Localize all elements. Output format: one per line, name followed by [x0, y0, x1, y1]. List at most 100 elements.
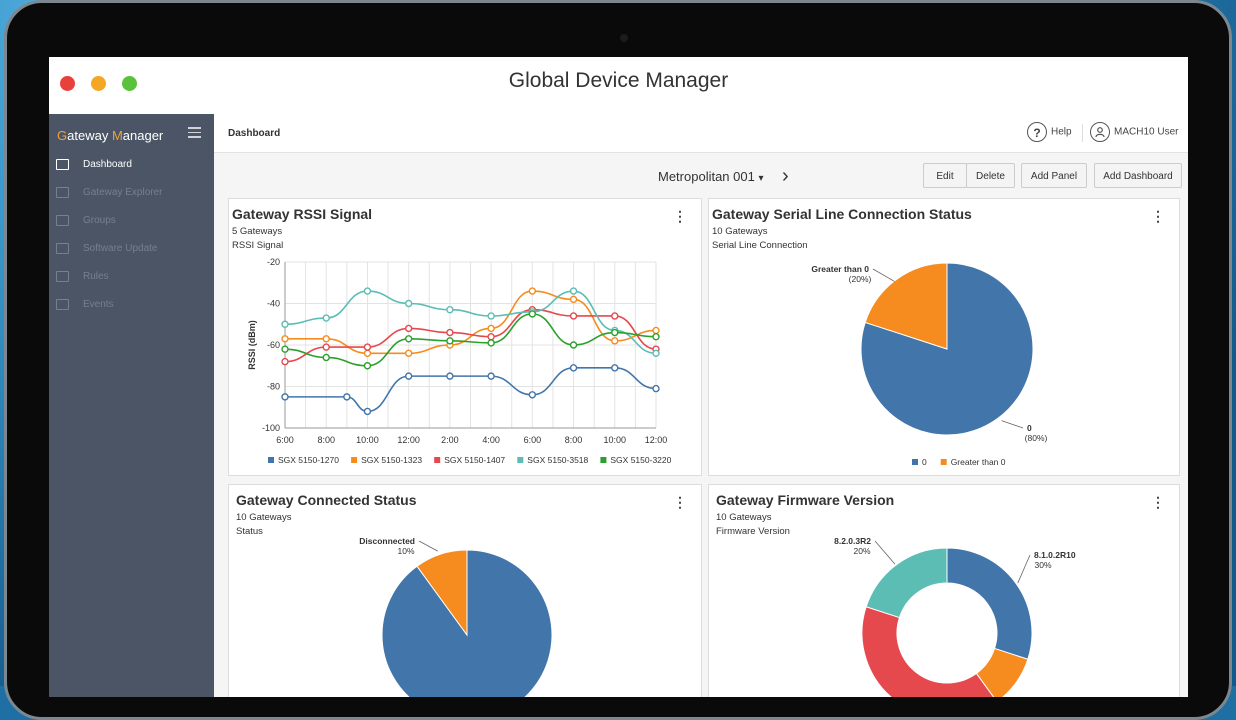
slice-percent-label: 10%	[397, 546, 414, 556]
data-point	[446, 372, 454, 380]
user-icon	[1090, 122, 1110, 142]
data-point	[487, 339, 495, 347]
sidebar-item-dashboard[interactable]: Dashboard	[49, 153, 214, 179]
rssi-panel: Gateway RSSI Signal 5 Gateways RSSI Sign…	[228, 198, 702, 476]
data-point	[569, 341, 578, 349]
dashboard-selector[interactable]: Metropolitan 001 ▾	[658, 169, 764, 184]
legend-swatch	[940, 459, 947, 465]
data-point	[446, 306, 454, 314]
y-tick-label: -40	[267, 299, 280, 309]
data-point	[363, 349, 372, 358]
edit-button[interactable]: Edit	[923, 163, 967, 188]
sidebar-item-gateway-explorer[interactable]: Gateway Explorer	[49, 181, 214, 207]
slice-label: 0	[1027, 423, 1032, 433]
groups-icon	[56, 215, 69, 226]
add-panel-button[interactable]: Add Panel	[1021, 163, 1087, 188]
sidebar-item-events[interactable]: Events	[49, 293, 214, 319]
y-axis-label: RSSI (dBm)	[247, 320, 257, 370]
x-tick-label: 10:00	[604, 435, 627, 445]
data-point	[281, 320, 289, 328]
slice-label: Disconnected	[359, 536, 415, 546]
data-point	[528, 287, 537, 295]
x-tick-label: 6:00	[524, 435, 542, 445]
legend-label: SGX 5150-1270	[278, 455, 339, 465]
data-point	[404, 324, 413, 333]
delete-button[interactable]: Delete	[966, 163, 1015, 188]
legend-label: 0	[922, 457, 927, 467]
divider	[1082, 124, 1083, 142]
slice-percent-label: (20%)	[849, 274, 872, 284]
next-dashboard-button[interactable]: ›	[782, 165, 789, 188]
connected-panel: Gateway Connected Status 10 Gateways Sta…	[228, 484, 702, 697]
x-tick-label: 2:00	[441, 435, 459, 445]
y-tick-label: -20	[267, 257, 280, 267]
data-point	[652, 384, 660, 393]
title-bar: Global Device Manager	[49, 57, 1188, 114]
data-point	[404, 335, 413, 343]
slice-percent-label: (80%)	[1025, 433, 1048, 443]
sidebar-item-label: Gateway Explorer	[83, 187, 163, 198]
firmware-panel: Gateway Firmware Version 10 Gateways Fir…	[708, 484, 1180, 697]
data-point	[611, 337, 619, 345]
rules-icon	[56, 271, 69, 282]
legend-swatch	[517, 457, 524, 463]
chevron-down-icon: ▾	[758, 173, 764, 184]
y-tick-label: -80	[267, 382, 280, 392]
data-point	[569, 287, 578, 295]
x-tick-label: 8:00	[317, 435, 335, 445]
slice-label-line	[874, 540, 896, 565]
hamburger-menu-icon[interactable]	[188, 127, 201, 141]
add-dashboard-button[interactable]: Add Dashboard	[1094, 163, 1182, 188]
legend-swatch	[351, 457, 358, 463]
data-point	[404, 349, 413, 358]
slice-label-line	[872, 268, 895, 282]
sidebar-item-groups[interactable]: Groups	[49, 209, 214, 235]
software-update-icon	[56, 243, 69, 254]
data-point	[446, 328, 454, 337]
user-menu[interactable]: MACH10 User	[1090, 122, 1178, 142]
data-point	[652, 332, 660, 341]
data-point	[652, 349, 660, 358]
data-point	[569, 295, 578, 304]
sidebar-item-label: Dashboard	[83, 159, 132, 170]
legend-swatch	[268, 457, 274, 463]
slice-percent-label: 30%	[1034, 560, 1051, 570]
data-point	[404, 372, 413, 380]
sidebar-item-label: Rules	[83, 271, 109, 282]
data-point	[281, 393, 289, 401]
legend-label: SGX 5150-3518	[527, 455, 588, 465]
app-window: Global Device Manager Gateway Manager Da…	[49, 57, 1188, 697]
slice-label-line	[1001, 420, 1024, 429]
sidebar-item-rules[interactable]: Rules	[49, 265, 214, 291]
data-point	[281, 345, 289, 353]
x-tick-label: 8:00	[565, 435, 583, 445]
y-tick-label: -100	[262, 423, 280, 433]
data-point	[322, 343, 330, 351]
slice-label-line	[418, 540, 438, 552]
x-tick-label: 10:00	[356, 435, 379, 445]
sidebar-item-software-update[interactable]: Software Update	[49, 237, 214, 263]
slice-label-line	[1017, 554, 1031, 584]
serial-panel: Gateway Serial Line Connection Status 10…	[708, 198, 1180, 476]
sidebar-item-label: Groups	[83, 215, 116, 226]
slice-label: Greater than 0	[811, 264, 869, 274]
legend-label: Greater than 0	[951, 457, 1006, 467]
slice-label: 8.2.0.3R2	[834, 536, 871, 546]
help-icon: ?	[1027, 122, 1047, 142]
data-point	[281, 335, 289, 343]
data-point	[363, 287, 372, 295]
dashboard-icon	[56, 159, 69, 170]
x-tick-label: 4:00	[482, 435, 500, 445]
data-point	[363, 343, 372, 351]
pie-slice	[865, 547, 948, 619]
events-icon	[56, 299, 69, 310]
sidebar-item-label: Events	[83, 299, 114, 310]
data-point	[528, 310, 537, 318]
pie-slice	[861, 606, 995, 697]
data-point	[569, 364, 578, 372]
help-button[interactable]: ? Help	[1027, 122, 1072, 142]
brand-logo: Gateway Manager	[57, 128, 164, 143]
data-point	[281, 357, 289, 366]
data-point	[652, 326, 660, 335]
breadcrumb: Dashboard	[228, 128, 281, 139]
